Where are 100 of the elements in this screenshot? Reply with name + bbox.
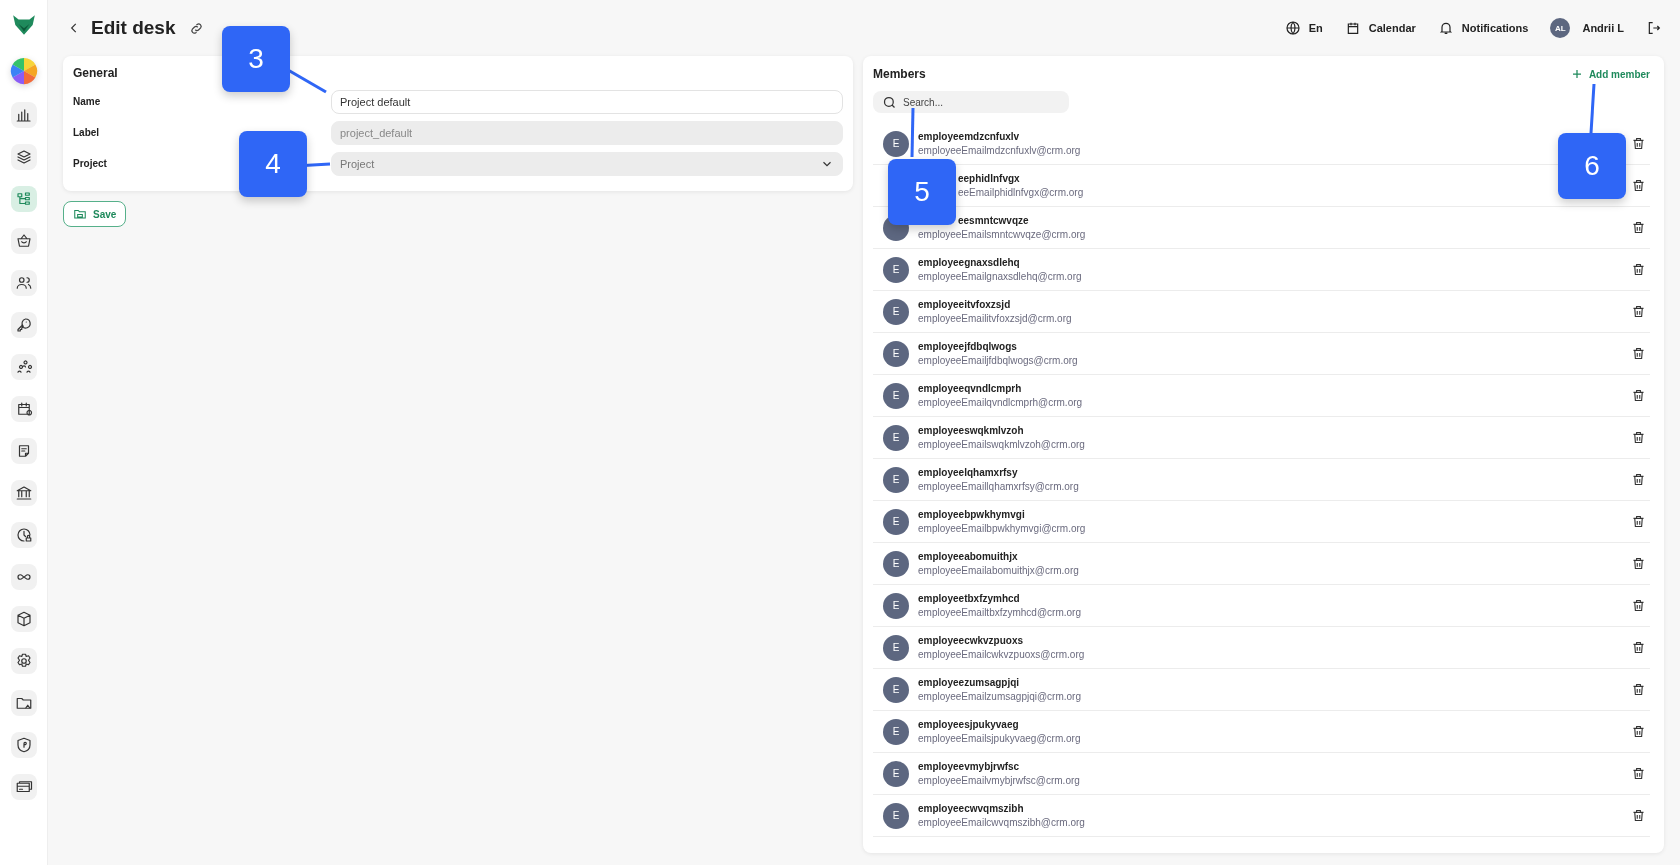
clock-lock-icon <box>14 526 33 544</box>
sidebar-item[interactable] <box>10 564 37 590</box>
language-button[interactable]: En <box>1284 20 1323 36</box>
bar-chart-icon <box>14 106 33 124</box>
calendar-button[interactable]: Calendar <box>1344 20 1416 36</box>
section-title: Members <box>873 67 926 81</box>
delete-icon[interactable] <box>1631 598 1646 613</box>
member-name: employeevmybjrwfsc <box>918 761 1020 772</box>
search-field[interactable]: Search... <box>873 91 1069 113</box>
member-email: employeeEmailmdzcnfuxlv@crm.org <box>918 145 1081 156</box>
sidebar-item[interactable] <box>10 144 37 170</box>
member-email: employeeEmailzumsagpjqi@crm.org <box>918 691 1081 702</box>
member-email: employeeEmailsmntcwvqze@crm.org <box>918 229 1086 240</box>
delete-icon[interactable] <box>1631 514 1646 529</box>
link-icon[interactable] <box>189 20 205 36</box>
delete-icon[interactable] <box>1631 346 1646 361</box>
sidebar-item[interactable] <box>10 312 37 338</box>
member-avatar: E <box>883 382 909 409</box>
member-name: employeesjpukyvaeg <box>918 719 1019 730</box>
member-email: eeEmailphidlnfvgx@crm.org <box>957 187 1084 198</box>
member-name: employeecwvqmszibh <box>918 803 1024 814</box>
member-avatar: E <box>883 298 909 325</box>
input-field[interactable]: Project default <box>331 89 843 114</box>
save-button[interactable]: Save <box>63 201 127 227</box>
plus-icon <box>1570 68 1583 80</box>
delete-icon[interactable] <box>1631 766 1646 781</box>
key-icon <box>14 316 33 334</box>
field-label: Project <box>73 158 107 169</box>
bank-icon <box>14 484 33 502</box>
member-avatar: E <box>883 676 909 703</box>
sidebar-item[interactable] <box>10 354 37 380</box>
sidebar-item[interactable] <box>10 690 37 716</box>
member-email: employeeEmailbpwkhymvgi@crm.org <box>918 523 1086 534</box>
search-icon <box>882 95 897 110</box>
notifications-button[interactable]: Notifications <box>1437 20 1529 36</box>
member-name: employeebpwkhymvgi <box>918 509 1025 520</box>
sidebar-item[interactable] <box>10 606 37 632</box>
color-wheel-icon[interactable] <box>8 56 39 86</box>
section-title: General <box>73 66 119 80</box>
member-avatar: E <box>883 718 909 745</box>
delete-icon[interactable] <box>1631 136 1646 151</box>
delete-icon[interactable] <box>1631 472 1646 487</box>
cube-icon <box>14 610 33 628</box>
sidebar-item[interactable] <box>10 648 37 674</box>
callout-badge: 3 <box>222 26 290 92</box>
users-icon <box>14 274 33 292</box>
leader-line <box>287 68 327 94</box>
member-avatar: E <box>883 760 909 787</box>
member-avatar: E <box>883 592 909 619</box>
member-name: employeeitvfoxzsjd <box>918 299 1011 310</box>
sidebar-item[interactable] <box>10 438 37 464</box>
sidebar-item[interactable] <box>10 102 37 128</box>
sidebar-item[interactable] <box>10 522 37 548</box>
bell-icon <box>1437 20 1454 36</box>
delete-icon[interactable] <box>1631 220 1646 235</box>
member-name: employeejfdbqlwogs <box>918 341 1017 352</box>
sidebar-item[interactable] <box>10 732 37 758</box>
field-label: Name <box>73 96 101 107</box>
callout-badge: 6 <box>1558 133 1626 199</box>
member-email: employeeEmailjfdbqlwogs@crm.org <box>918 355 1078 366</box>
delete-icon[interactable] <box>1631 682 1646 697</box>
people-group-icon <box>14 358 33 376</box>
delete-icon[interactable] <box>1631 724 1646 739</box>
sidebar-item[interactable] <box>10 270 37 296</box>
sidebar-item[interactable] <box>10 396 37 422</box>
user-avatar[interactable]: AL <box>1550 18 1571 38</box>
delete-icon[interactable] <box>1631 388 1646 403</box>
logout-icon[interactable] <box>1646 20 1662 36</box>
leader-line <box>910 107 915 158</box>
delete-icon[interactable] <box>1631 430 1646 445</box>
project-select[interactable]: Project <box>331 151 843 176</box>
member-email: employeeEmailtbxfzymhcd@crm.org <box>918 607 1081 618</box>
member-email: employeeEmailqvndlcmprh@crm.org <box>918 397 1083 408</box>
delete-icon[interactable] <box>1631 262 1646 277</box>
member-avatar: E <box>883 550 909 577</box>
member-name: employeelqhamxrfsy <box>918 467 1018 478</box>
member-name: employeetbxfzymhcd <box>918 593 1020 604</box>
delete-icon[interactable] <box>1631 304 1646 319</box>
member-name: employeeqvndlcmprh <box>918 383 1022 394</box>
member-name: employeeswqkmlvzoh <box>918 425 1024 436</box>
delete-icon[interactable] <box>1631 556 1646 571</box>
leader-line <box>1589 83 1596 134</box>
member-email: employeeEmailswqkmlvzoh@crm.org <box>918 439 1085 450</box>
sidebar-item[interactable] <box>10 774 37 800</box>
sidebar-item[interactable] <box>10 228 37 254</box>
member-avatar: E <box>883 130 909 157</box>
basket-icon <box>14 232 33 250</box>
globe-icon <box>1284 20 1301 36</box>
sidebar-item[interactable] <box>10 480 37 506</box>
user-name[interactable]: Andrii L <box>1582 22 1624 34</box>
add-member-button[interactable]: Add member <box>1570 68 1650 80</box>
delete-icon[interactable] <box>1631 178 1646 193</box>
member-name: employeeabomuithjx <box>918 551 1018 562</box>
member-email: employeeEmailabomuithjx@crm.org <box>918 565 1079 576</box>
delete-icon[interactable] <box>1631 808 1646 823</box>
callout-badge: 4 <box>239 131 307 197</box>
delete-icon[interactable] <box>1631 640 1646 655</box>
member-avatar: E <box>883 340 909 367</box>
member-name: employeecwkvzpuoxs <box>918 635 1024 646</box>
member-email: employeeEmailgnaxsdlehq@crm.org <box>918 271 1082 282</box>
